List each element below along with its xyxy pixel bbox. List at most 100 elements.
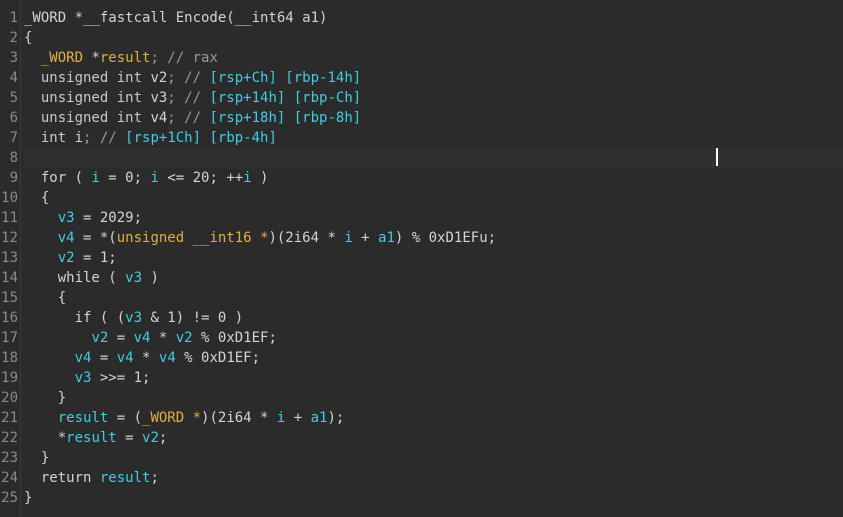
- code-line[interactable]: [24, 148, 843, 168]
- code-token: v4: [133, 330, 151, 346]
- line-number: 22: [1, 430, 18, 446]
- code-line[interactable]: }: [24, 448, 843, 468]
- code-line[interactable]: }: [24, 388, 843, 408]
- code-token: *: [150, 330, 176, 346]
- code-token: unsigned int: [24, 70, 151, 86]
- line-number: 9: [9, 170, 18, 186]
- code-token: while (: [24, 270, 126, 286]
- code-token: v3: [150, 90, 168, 106]
- code-token: = 1;: [74, 250, 117, 266]
- line-number: 10: [1, 190, 18, 206]
- code-line[interactable]: while ( v3 ): [24, 268, 843, 288]
- text-caret: [716, 148, 718, 166]
- code-line[interactable]: v3 >>= 1;: [24, 368, 843, 388]
- code-token: % 0xD1EF;: [192, 330, 277, 346]
- code-token: ;: [158, 430, 168, 446]
- line-number: 19: [1, 370, 18, 386]
- code-line[interactable]: for ( i = 0; i <= 20; ++i ): [24, 168, 843, 188]
- line-number: 17: [1, 330, 18, 346]
- code-line[interactable]: unsigned int v4; // [rsp+18h] [rbp-8h]: [24, 108, 843, 128]
- line-number-gutter: 1 2 3 4 5 6 7 8 9 10 11 12 13 14 15 16 17 18 19 20 21 22 23 24 2…: [0, 8, 20, 508]
- code-token: int: [24, 130, 75, 146]
- code-line[interactable]: return result;: [24, 468, 843, 488]
- code-token: ; //: [83, 130, 126, 146]
- code-line[interactable]: v2 = 1;: [24, 248, 843, 268]
- code-line[interactable]: unsigned int v2; // [rsp+Ch] [rbp-14h]: [24, 68, 843, 88]
- code-token: _WORD *: [142, 410, 202, 426]
- code-line[interactable]: v4 = *(unsigned __int16 *)(2i64 * i + a1…: [24, 228, 843, 248]
- line-number: 7: [9, 130, 18, 146]
- code-token: a1: [310, 410, 328, 426]
- code-token: % 0xD1EF;: [175, 350, 261, 366]
- code-token: {: [24, 30, 33, 46]
- code-token: ): [142, 270, 159, 286]
- code-token: _WORD: [40, 50, 84, 66]
- line-number: 12: [1, 230, 18, 246]
- line-number: 6: [9, 110, 18, 126]
- line-number: 15: [1, 290, 18, 306]
- code-line[interactable]: {: [24, 28, 843, 48]
- code-token: result: [57, 410, 109, 426]
- code-token: unsigned int: [24, 90, 151, 106]
- code-line[interactable]: {: [24, 288, 843, 308]
- code-line[interactable]: int i; // [rsp+1Ch] [rbp-4h]: [24, 128, 843, 148]
- line-number: 24: [1, 470, 18, 486]
- code-token: _WORD *__fastcall Encode(__int64 a1): [24, 10, 328, 26]
- code-line[interactable]: unsigned int v3; // [rsp+14h] [rbp-Ch]: [24, 88, 843, 108]
- code-line[interactable]: v2 = v4 * v2 % 0xD1EF;: [24, 328, 843, 348]
- code-token: v2: [142, 430, 159, 446]
- code-line[interactable]: v4 = v4 * v4 % 0xD1EF;: [24, 348, 843, 368]
- line-number: 25: [1, 490, 18, 506]
- code-token: [rsp+1Ch] [rbp-4h]: [125, 130, 277, 146]
- code-area[interactable]: _WORD *__fastcall Encode(__int64 a1) { _W…: [24, 8, 843, 508]
- line-number: 1: [9, 10, 18, 26]
- code-token: ; //: [167, 110, 210, 126]
- code-token: v4: [158, 350, 176, 366]
- code-token: a1: [378, 230, 395, 246]
- code-token: i: [150, 170, 159, 186]
- code-token: v3: [74, 370, 92, 386]
- code-token: & 1) != 0 ): [142, 310, 244, 326]
- code-token: return: [24, 470, 100, 486]
- code-token: =: [91, 350, 117, 366]
- code-token: [rsp+18h] [rbp-8h]: [209, 110, 362, 126]
- line-number: 23: [1, 450, 18, 466]
- code-token: [rsp+Ch] [rbp-14h]: [209, 70, 362, 86]
- code-token: v4: [116, 350, 134, 366]
- code-token: v4: [150, 110, 168, 126]
- code-token: {: [24, 290, 67, 306]
- code-token: *: [133, 350, 159, 366]
- code-token: ) % 0xD1EFu;: [394, 230, 497, 246]
- pseudocode-editor[interactable]: 1 2 3 4 5 6 7 8 9 10 11 12 13 14 15 16 17 18 19 20 21 22 23 24 2…: [0, 0, 843, 517]
- code-token: = *(: [74, 230, 117, 246]
- code-line[interactable]: result = (_WORD *)(2i64 * i + a1);: [24, 408, 843, 428]
- code-token: }: [24, 450, 50, 466]
- code-token: unsigned __int16 *: [116, 230, 269, 246]
- code-line[interactable]: _WORD *result; // rax: [24, 48, 843, 68]
- code-token: <= 20; ++: [158, 170, 244, 186]
- code-token: +: [352, 230, 379, 246]
- line-number: 3: [9, 50, 18, 66]
- line-number: 4: [9, 70, 18, 86]
- code-line[interactable]: if ( (v3 & 1) != 0 ): [24, 308, 843, 328]
- code-token: for (: [24, 170, 92, 186]
- code-line[interactable]: }: [24, 488, 843, 508]
- code-token: v2: [150, 70, 168, 86]
- code-line[interactable]: v3 = 2029;: [24, 208, 843, 228]
- code-token: *: [83, 50, 100, 66]
- code-line[interactable]: *result = v2;: [24, 428, 843, 448]
- code-token: = 0;: [99, 170, 151, 186]
- code-token: *: [24, 430, 67, 446]
- code-token: )(2i64 *: [268, 230, 345, 246]
- code-line[interactable]: {: [24, 188, 843, 208]
- line-number: 21: [1, 410, 18, 426]
- code-token: i: [243, 170, 252, 186]
- code-line[interactable]: _WORD *__fastcall Encode(__int64 a1): [24, 8, 843, 28]
- code-token: }: [24, 390, 67, 406]
- code-token: result: [66, 430, 117, 446]
- code-token: +: [285, 410, 311, 426]
